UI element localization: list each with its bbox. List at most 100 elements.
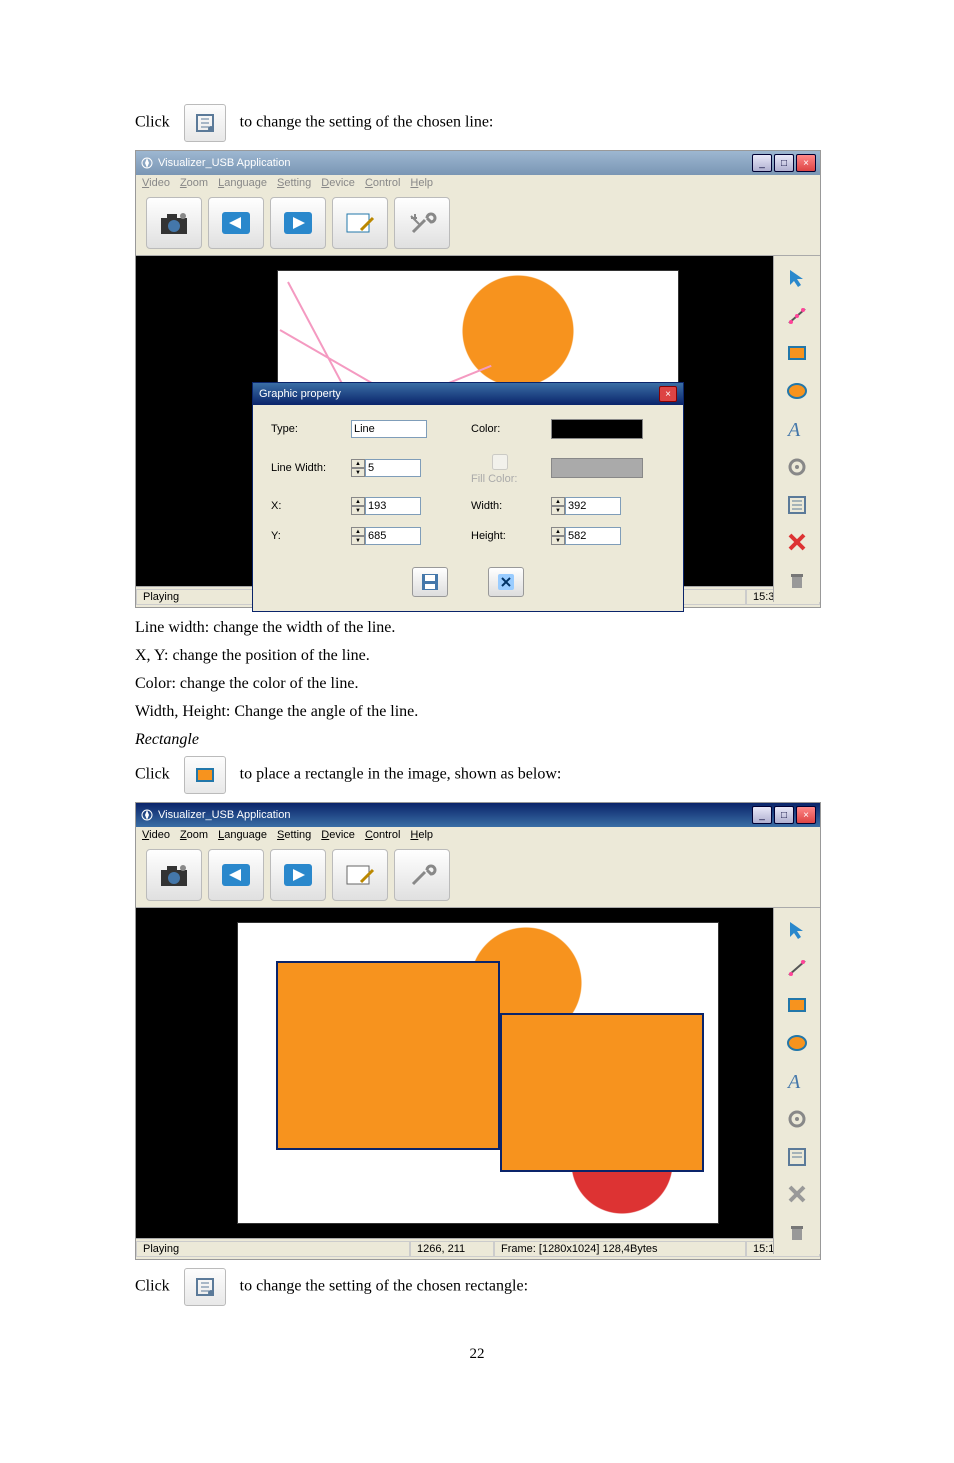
delete-icon[interactable] xyxy=(783,1180,811,1208)
menu-video[interactable]: Video xyxy=(142,177,170,189)
spin-up[interactable]: ▲ xyxy=(351,527,365,536)
menubar: Video Zoom Language Setting Device Contr… xyxy=(136,827,820,843)
maximize-button[interactable]: □ xyxy=(774,806,794,824)
menu-device[interactable]: Device xyxy=(321,177,355,189)
linewidth-field[interactable] xyxy=(365,459,421,477)
menu-setting[interactable]: Setting xyxy=(277,177,311,189)
trash-icon[interactable] xyxy=(783,1218,811,1246)
text: Line width: change the width of the line… xyxy=(135,616,819,640)
tool-camera[interactable] xyxy=(146,849,202,901)
menu-device[interactable]: Device xyxy=(321,829,355,841)
maximize-button[interactable]: □ xyxy=(774,154,794,172)
text: Width, Height: Change the angle of the l… xyxy=(135,700,819,724)
text: to change the setting of the chosen rect… xyxy=(240,1278,528,1295)
rectangle-icon[interactable] xyxy=(783,992,811,1020)
delete-icon[interactable] xyxy=(783,528,811,556)
close-button[interactable]: × xyxy=(796,806,816,824)
height-field[interactable] xyxy=(565,527,621,545)
menu-language[interactable]: Language xyxy=(218,177,267,189)
tool-prev[interactable] xyxy=(208,849,264,901)
menu-help[interactable]: Help xyxy=(410,177,433,189)
type-label: Type: xyxy=(271,423,331,435)
app-title: Visualizer_USB Application xyxy=(158,809,290,821)
page-number: 22 xyxy=(135,1346,819,1363)
x-field[interactable] xyxy=(365,497,421,515)
menu-video[interactable]: Video xyxy=(142,829,170,841)
menu-zoom[interactable]: Zoom xyxy=(180,177,208,189)
color-label: Color: xyxy=(471,423,531,435)
app-window: Visualizer_USB Application _ □ × Video Z… xyxy=(135,802,821,1260)
menu-setting[interactable]: Setting xyxy=(277,829,311,841)
titlebar: Visualizer_USB Application _ □ × xyxy=(136,151,820,175)
ellipse-icon[interactable] xyxy=(783,1029,811,1057)
trash-icon[interactable] xyxy=(783,566,811,594)
height-label: Height: xyxy=(471,530,531,542)
line-icon[interactable] xyxy=(783,302,811,330)
fillcolor-checkbox xyxy=(475,454,525,470)
menu-help[interactable]: Help xyxy=(410,829,433,841)
properties-icon[interactable] xyxy=(783,1143,811,1171)
tool-next[interactable] xyxy=(270,849,326,901)
gear-icon[interactable] xyxy=(783,453,811,481)
tool-tools[interactable] xyxy=(394,197,450,249)
ellipse-icon[interactable] xyxy=(783,377,811,405)
menu-control[interactable]: Control xyxy=(365,829,400,841)
app-title: Visualizer_USB Application xyxy=(158,157,290,169)
tool-annotate[interactable] xyxy=(332,849,388,901)
line-icon[interactable] xyxy=(783,954,811,982)
menu-control[interactable]: Control xyxy=(365,177,400,189)
gear-icon[interactable] xyxy=(783,1105,811,1133)
properties-icon[interactable] xyxy=(783,491,811,519)
menu-zoom[interactable]: Zoom xyxy=(180,829,208,841)
svg-text:A: A xyxy=(786,1071,801,1092)
sidebar: A xyxy=(773,908,820,1254)
text-icon[interactable]: A xyxy=(783,1067,811,1095)
pointer-icon[interactable] xyxy=(783,264,811,292)
spin-down[interactable]: ▼ xyxy=(351,506,365,515)
spin-up[interactable]: ▲ xyxy=(551,527,565,536)
drawn-rectangle[interactable] xyxy=(276,961,500,1150)
text: Click xyxy=(135,114,174,131)
app-window: Visualizer_USB Application _ □ × Video Z… xyxy=(135,150,821,608)
text: Click xyxy=(135,1278,174,1295)
toolbar xyxy=(136,191,820,256)
spin-up[interactable]: ▲ xyxy=(351,459,365,468)
spin-down[interactable]: ▼ xyxy=(351,468,365,477)
tool-next[interactable] xyxy=(270,197,326,249)
close-button[interactable]: × xyxy=(796,154,816,172)
rectangle-tool-icon[interactable] xyxy=(184,756,226,794)
width-label: Width: xyxy=(471,500,531,512)
rectangle-icon[interactable] xyxy=(783,340,811,368)
canvas: Graphic property × Type: Color: Line Wid… xyxy=(136,256,820,586)
tool-tools[interactable] xyxy=(394,849,450,901)
drawn-rectangle[interactable] xyxy=(500,1013,704,1172)
pointer-icon[interactable] xyxy=(783,916,811,944)
spin-down[interactable]: ▼ xyxy=(351,536,365,545)
save-button[interactable] xyxy=(412,567,448,597)
text-icon[interactable]: A xyxy=(783,415,811,443)
image-preview xyxy=(237,922,719,1224)
minimize-button[interactable]: _ xyxy=(752,154,772,172)
type-field[interactable] xyxy=(351,420,427,438)
settings-icon[interactable] xyxy=(184,104,226,142)
status-frame: Frame: [1280x1024] 128,4Bytes xyxy=(494,1241,746,1257)
y-field[interactable] xyxy=(365,527,421,545)
spin-up[interactable]: ▲ xyxy=(551,497,565,506)
settings-icon[interactable] xyxy=(184,1268,226,1306)
rectangle-heading: Rectangle xyxy=(135,728,819,752)
minimize-button[interactable]: _ xyxy=(752,806,772,824)
tool-camera[interactable] xyxy=(146,197,202,249)
tool-annotate[interactable] xyxy=(332,197,388,249)
spin-down[interactable]: ▼ xyxy=(551,536,565,545)
spin-down[interactable]: ▼ xyxy=(551,506,565,515)
status-coord: 1266, 211 xyxy=(410,1241,494,1257)
cancel-button[interactable] xyxy=(488,567,524,597)
color-swatch[interactable] xyxy=(551,419,643,439)
tool-prev[interactable] xyxy=(208,197,264,249)
spin-up[interactable]: ▲ xyxy=(351,497,365,506)
text: X, Y: change the position of the line. xyxy=(135,644,819,668)
menu-language[interactable]: Language xyxy=(218,829,267,841)
width-field[interactable] xyxy=(565,497,621,515)
toolbar xyxy=(136,843,820,908)
dialog-close-button[interactable]: × xyxy=(659,386,677,402)
